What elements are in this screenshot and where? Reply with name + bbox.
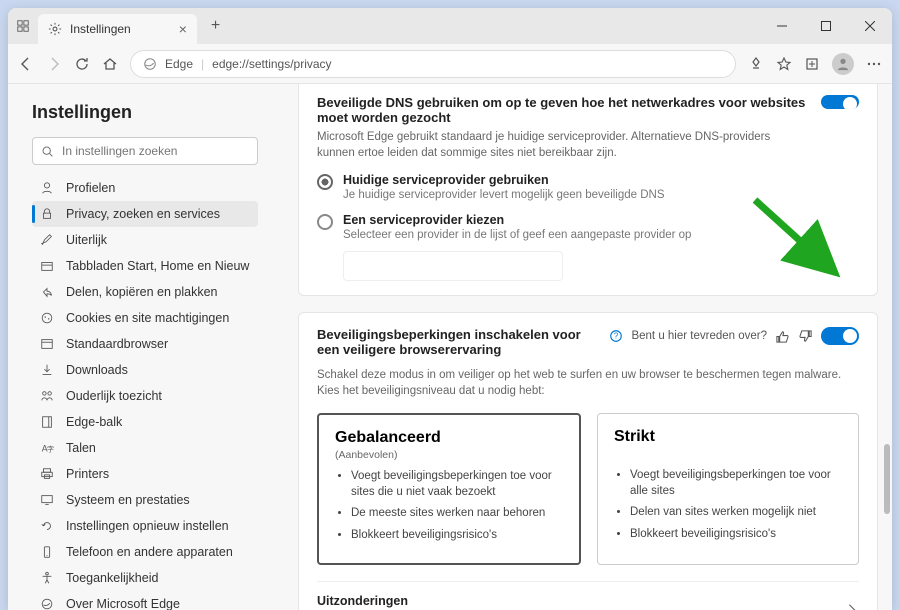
sidebar-item-accessibility[interactable]: Toegankelijkheid xyxy=(32,565,258,591)
lock-icon xyxy=(40,207,56,221)
radio-checked-icon xyxy=(317,174,333,190)
favorites-icon[interactable] xyxy=(776,56,792,72)
sidebar-list: Profielen Privacy, zoeken en services Ui… xyxy=(32,175,258,610)
search-icon xyxy=(41,145,54,158)
tab-actions-icon[interactable] xyxy=(16,19,30,33)
feedback-prompt: Bent u hier tevreden over? xyxy=(631,330,767,342)
sidebar-item-system[interactable]: Systeem en prestaties xyxy=(32,487,258,513)
profile-icon xyxy=(40,181,56,195)
sidebar-item-edgebar[interactable]: Edge-balk xyxy=(32,409,258,435)
secure-dns-card: Beveiligde DNS gebruiken om op te geven … xyxy=(298,84,878,296)
sidebar-item-phone[interactable]: Telefoon en andere apparaten xyxy=(32,539,258,565)
sidebar-item-share[interactable]: Delen, kopiëren en plakken xyxy=(32,279,258,305)
titlebar: Instellingen × + xyxy=(8,8,892,44)
close-window-button[interactable] xyxy=(848,8,892,44)
browser-icon xyxy=(40,337,56,351)
settings-main: Beveiligde DNS gebruiken om op te geven … xyxy=(268,84,892,610)
address-prefix: Edge xyxy=(165,57,193,71)
sidebar-item-appearance[interactable]: Uiterlijk xyxy=(32,227,258,253)
tab-settings[interactable]: Instellingen × xyxy=(38,14,197,44)
chevron-right-icon xyxy=(845,603,859,610)
svg-text:字: 字 xyxy=(47,445,54,454)
search-input[interactable] xyxy=(62,144,249,158)
enhance-security-toggle[interactable] xyxy=(821,327,859,345)
close-tab-icon[interactable]: × xyxy=(179,21,187,37)
brush-icon xyxy=(40,233,56,247)
sidebar-title: Instellingen xyxy=(32,102,258,123)
gear-icon xyxy=(48,22,62,36)
profile-avatar[interactable] xyxy=(832,53,854,75)
minimize-button[interactable] xyxy=(760,8,804,44)
phone-icon xyxy=(40,545,56,559)
sidebar-item-default[interactable]: Standaardbrowser xyxy=(32,331,258,357)
balanced-mode-option[interactable]: Gebalanceerd (Aanbevolen) Voegt beveilig… xyxy=(317,413,581,565)
share-icon xyxy=(40,285,56,299)
reset-icon xyxy=(40,519,56,533)
address-bar[interactable]: Edge | edge://settings/privacy xyxy=(130,50,736,78)
more-menu-icon[interactable] xyxy=(866,56,882,72)
address-url: edge://settings/privacy xyxy=(212,57,331,71)
help-icon[interactable]: ? xyxy=(609,329,623,343)
cookie-icon xyxy=(40,311,56,325)
security-exceptions-row[interactable]: Uitzonderingen Deze functie uitschakelen… xyxy=(317,581,859,610)
radio-unchecked-icon xyxy=(317,214,333,230)
edge-icon xyxy=(40,597,56,610)
security-title: Beveiligingsbeperkingen inschakelen voor… xyxy=(317,327,597,357)
printer-icon xyxy=(40,467,56,481)
sidebar-item-languages[interactable]: A字Talen xyxy=(32,435,258,461)
tab-title: Instellingen xyxy=(70,22,131,36)
strict-mode-option[interactable]: Strikt Voegt beveiligingsbeperkingen toe… xyxy=(597,413,859,565)
read-aloud-icon[interactable] xyxy=(748,56,764,72)
enhance-security-card: Beveiligingsbeperkingen inschakelen voor… xyxy=(298,312,878,610)
download-icon xyxy=(40,363,56,377)
sidebar-item-family[interactable]: Ouderlijk toezicht xyxy=(32,383,258,409)
new-tab-button[interactable]: + xyxy=(201,13,230,39)
sidebar-item-privacy[interactable]: Privacy, zoeken en services xyxy=(32,201,258,227)
tabs-icon xyxy=(40,259,56,273)
secure-dns-toggle[interactable] xyxy=(821,95,859,109)
dns-provider-input-disabled xyxy=(343,251,563,281)
settings-search[interactable] xyxy=(32,137,258,165)
browser-window: Instellingen × + Edge | edge://settings/… xyxy=(8,8,892,610)
collections-icon[interactable] xyxy=(804,56,820,72)
sidebar-item-printers[interactable]: Printers xyxy=(32,461,258,487)
dns-desc: Microsoft Edge gebruikt standaard je hui… xyxy=(317,129,809,161)
scrollbar-thumb[interactable] xyxy=(884,444,890,514)
svg-text:?: ? xyxy=(614,332,619,341)
sidebar-item-cookies[interactable]: Cookies en site machtigingen xyxy=(32,305,258,331)
sidebar-item-profiles[interactable]: Profielen xyxy=(32,175,258,201)
refresh-button[interactable] xyxy=(74,56,90,72)
system-icon xyxy=(40,493,56,507)
dns-choose-provider-radio[interactable]: Een serviceprovider kiezen Selecteer een… xyxy=(317,213,859,241)
bar-icon xyxy=(40,415,56,429)
thumbs-down-icon[interactable] xyxy=(798,329,813,344)
accessibility-icon xyxy=(40,571,56,585)
home-button[interactable] xyxy=(102,56,118,72)
settings-sidebar: Instellingen Profielen Privacy, zoeken e… xyxy=(8,84,268,610)
sidebar-item-tabs[interactable]: Tabbladen Start, Home en Nieuw xyxy=(32,253,258,279)
forward-button[interactable] xyxy=(46,56,62,72)
sidebar-item-about[interactable]: Over Microsoft Edge xyxy=(32,591,258,610)
language-icon: A字 xyxy=(40,441,56,455)
dns-current-provider-radio[interactable]: Huidige serviceprovider gebruiken Je hui… xyxy=(317,173,859,201)
back-button[interactable] xyxy=(18,56,34,72)
sidebar-item-downloads[interactable]: Downloads xyxy=(32,357,258,383)
thumbs-up-icon[interactable] xyxy=(775,329,790,344)
edge-logo-icon xyxy=(143,57,157,71)
nav-toolbar: Edge | edge://settings/privacy xyxy=(8,44,892,84)
security-desc: Schakel deze modus in om veiliger op het… xyxy=(317,367,859,399)
family-icon xyxy=(40,389,56,403)
maximize-button[interactable] xyxy=(804,8,848,44)
dns-title: Beveiligde DNS gebruiken om op te geven … xyxy=(317,95,809,125)
sidebar-item-reset[interactable]: Instellingen opnieuw instellen xyxy=(32,513,258,539)
